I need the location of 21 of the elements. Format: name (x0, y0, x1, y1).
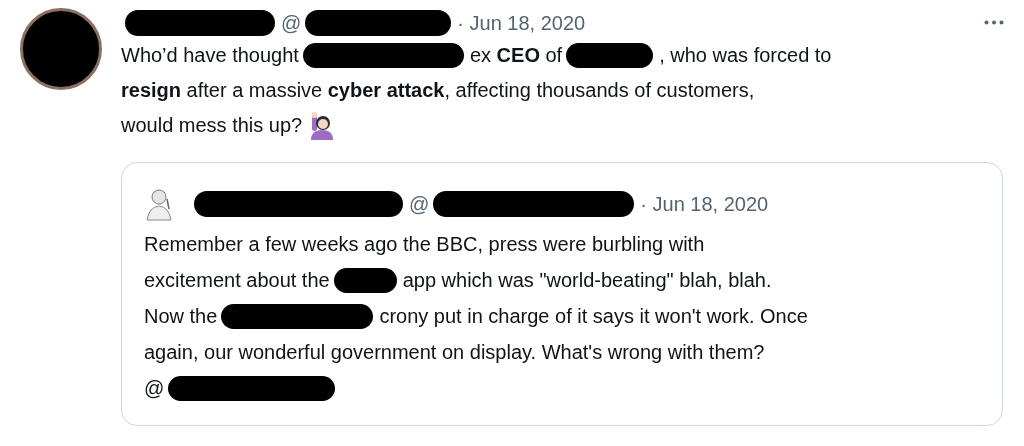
handle-at-sign: @ (409, 192, 430, 217)
raised-hand-figure-icon (310, 111, 335, 140)
tweet-text: resign after a massive cyber attack, affecting thousands of customers, (121, 78, 755, 103)
quoted-tweet-card[interactable] (121, 162, 1003, 426)
redaction-bar (333, 267, 397, 293)
tweet-text: Remember a few weeks ago the BBC, press were burbling with (144, 232, 705, 257)
tweet-text: Now the (144, 304, 218, 329)
tweet-date: · Jun 18, 2020 (457, 11, 586, 36)
tweet-text: excitement about the (144, 268, 330, 293)
tweet-text: @ (144, 376, 165, 401)
more-options-icon[interactable] (984, 20, 1004, 25)
tweet-text: Who’d have thought (121, 43, 299, 68)
tweet-text: again, our wonderful government on display. What's wrong with them? (144, 340, 765, 365)
tweet-text: app which was "world-beating" blah, blah. (402, 268, 772, 293)
tweet-text: ex CEO of (469, 43, 563, 68)
tweet-date: · Jun 18, 2020 (640, 192, 769, 217)
sketch-portrait-icon (144, 187, 174, 221)
tweet-text: crony put in charge of it says it won't work. Once (379, 304, 808, 329)
handle-at-sign: @ (281, 11, 302, 36)
tweet-text: would mess this up? (121, 113, 303, 138)
tweet-text: , who was forced to (659, 43, 832, 68)
